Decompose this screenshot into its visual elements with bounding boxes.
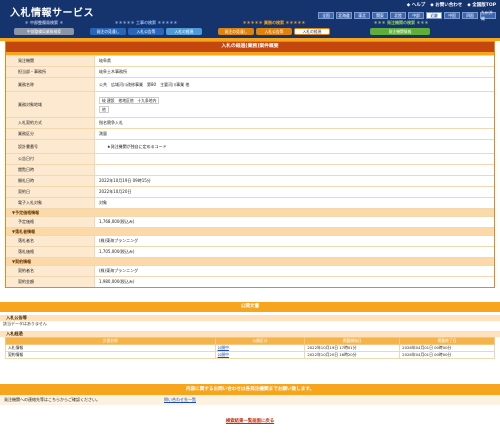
inquiry-title: 内容に関するお問い合わせは各発注機関までお願い致します。 — [0, 384, 500, 395]
row-denshi-nyusatsu: 電子入札対象 対象 — [6, 197, 494, 208]
doc-public-link[interactable]: 公開中 — [218, 352, 229, 357]
row-etsuran-nichiji: 閲覧日時 — [6, 164, 494, 175]
nav-chubu-gyomu-button[interactable]: 中部整備局業務検索 — [14, 28, 74, 35]
row-keiyaku-bi: 契約日 2022年10月20日 — [6, 186, 494, 197]
nav-group-koji: ＊＊＊＊＊ 工事の検索 ＊＊＊＊＊ 発注の見通し 入札公告等 入札の経過 — [90, 18, 202, 38]
row-gyomu-meisho: 業務名称 公共 広域河川改修事業 第80 主要河川事業 他 — [6, 77, 494, 91]
row-gyomu-kubun: 業務区分 測量 — [6, 128, 494, 139]
back-to-results-link[interactable]: 検索結果一覧画面に戻る — [0, 418, 500, 424]
process-doc-table: 文書名称 公開区分 掲載開始日 掲載終了日 入札情報 公開中 2022年10月1… — [5, 337, 495, 359]
row-taisho-chiiki: 業務対象地域 岐 建設 他地区他 十九条地内 他 — [6, 91, 494, 117]
row-rakusatsu-kakaku: 落札価格 1,705,000(税込み) — [6, 246, 494, 257]
detail-title: 入札の経過(業務)案件概要 — [6, 42, 494, 52]
row-sekkei-bango: 設計書番号 ★発注機関が独自に定めるコード — [6, 139, 494, 153]
section-yotei-kakaku: ▼予定価格情報 — [6, 208, 494, 216]
nav-gyomu-keika-button[interactable]: 入札の経過 — [294, 28, 330, 35]
row-hacchu-kikan: 発注機関 岐阜県 — [6, 55, 494, 66]
row-tanto: 担当部・事務所 岐阜土木事務所 — [6, 66, 494, 77]
inquiry-section: 内容に関するお問い合わせは各発注機関までお願い致します。 発注機関への連絡先等は… — [0, 384, 500, 405]
nav-group-chubu: ＊ 中部整備局検索 ＊ 中部整備局業務検索 — [8, 18, 80, 38]
row-kaisatsu-nichiji: 開札日時 2022年10月19日 09時15分 — [6, 175, 494, 186]
row-koukoku-hizuke: 公告日付 — [6, 153, 494, 164]
inquiry-list-link[interactable]: 問い合わせ先一覧 — [164, 397, 196, 403]
row-keiyaku-kingaku: 契約金額 1,980,000(税込み) — [6, 276, 494, 287]
nav-koji-keika-button[interactable]: 入札の経過 — [166, 28, 202, 35]
row-yotei-kakaku: 予定価格 1,768,000(税込み) — [6, 216, 494, 227]
public-docs: 公開文書 入札公告等 該当データはありません 入札経過 文書名称 公開区分 掲載… — [0, 302, 500, 359]
national-top-link[interactable]: ◆ 全国版TOP — [467, 2, 496, 8]
nav-group-gyomu: ＊＊＊＊＊ 業務の検索 ＊＊＊＊＊ 発注の見通し 入札公告等 入札の経過 — [218, 18, 330, 38]
help-link[interactable]: ◆ ヘルプ — [407, 2, 426, 8]
contact-link[interactable]: ◆ お問い合わせ — [430, 2, 462, 8]
nav-koji-koukoku-button[interactable]: 入札公告等 — [128, 28, 164, 35]
inquiry-text: 発注機関への連絡先等はこちらからご確認ください。 — [4, 397, 100, 402]
nav-groups: ＊ 中部整備局検索 ＊ 中部整備局業務検索 ＊＊＊＊＊ 工事の検索 ＊＊＊＊＊ … — [0, 18, 500, 38]
section-keiyaku: ▼契約情報 — [6, 257, 494, 265]
app-title: 入札情報サービス — [10, 8, 94, 19]
detail-panel: 入札の経過(業務)案件概要 発注機関 岐阜県 担当部・事務所 岐阜土木事務所 業… — [5, 41, 495, 288]
nav-gyomu-koukoku-button[interactable]: 入札公告等 — [256, 28, 292, 35]
table-header-row: 文書名称 公開区分 掲載開始日 掲載終了日 — [5, 337, 495, 345]
notice-empty-message: 該当データはありません — [3, 321, 47, 326]
row-keiyakusha-mei: 契約者名 (株)東海プランニング — [6, 265, 494, 276]
doc-public-link[interactable]: 公開中 — [218, 345, 229, 350]
section-rakusatsusha: ▼落札者情報 — [6, 227, 494, 235]
nav-koji-mitoshi-button[interactable]: 発注の見通し — [90, 28, 126, 35]
public-docs-title: 公開文書 — [0, 302, 500, 312]
table-row: 契約情報 公開中 2022年10月20日 16時20分 2026年04月01日 … — [5, 351, 495, 359]
nav-group-hacchu: ＊＊＊ 発注機関の検索 ＊＊＊ 発注機関情報 — [356, 18, 446, 38]
nav-gyomu-mitoshi-button[interactable]: 発注の見通し — [218, 28, 254, 35]
nav-hacchu-kikan-button[interactable]: 発注機関情報 — [370, 28, 430, 35]
row-rakusatsusha-mei: 落札者名 (株)東海プランニング — [6, 235, 494, 246]
app-header: 入札情報サービス ◆ ヘルプ ◆ お問い合わせ ◆ 全国版TOP 全国 北海道 … — [0, 0, 500, 38]
header-links: ◆ ヘルプ ◆ お問い合わせ ◆ 全国版TOP — [407, 2, 496, 8]
row-keiyaku-hoshiki: 入札契約方式 指名競争入札 — [6, 117, 494, 128]
table-row: 入札情報 公開中 2022年10月19日 17時01分 2026年04月01日 … — [5, 344, 495, 352]
